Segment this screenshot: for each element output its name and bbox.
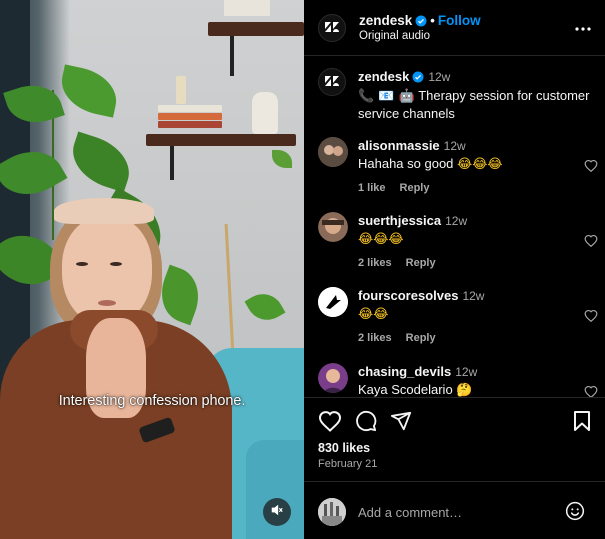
comment-username[interactable]: chasing_devils — [358, 364, 451, 379]
mute-button[interactable] — [263, 498, 291, 526]
caption-emojis: 📞 📧 🤖 — [358, 89, 415, 104]
speech-bubble-icon — [355, 410, 377, 436]
comment-emojis: 🤔 — [456, 383, 473, 397]
comment-likes-count[interactable]: 2 likes — [358, 332, 392, 344]
add-comment-input[interactable] — [358, 502, 548, 522]
heart-outline-icon — [584, 159, 598, 176]
verified-badge-icon — [412, 70, 424, 87]
more-horizontal-icon — [575, 18, 591, 35]
zendesk-logo-icon — [325, 19, 339, 37]
shelf-bracket — [170, 146, 174, 180]
like-button[interactable] — [318, 410, 342, 437]
comment-composer — [304, 482, 605, 539]
reply-button[interactable]: Reply — [406, 332, 436, 344]
comment-username[interactable]: suerthjessica — [358, 213, 441, 228]
plant-leaf — [272, 150, 292, 168]
comment-text: Kaya Scodelario — [358, 382, 453, 397]
caption-timestamp[interactable]: 12w — [428, 70, 450, 84]
heart-outline-icon — [584, 385, 598, 397]
smiley-face-icon — [565, 501, 585, 525]
comment-likes-count[interactable]: 1 like — [358, 182, 386, 194]
person-eye — [110, 262, 122, 266]
post-date[interactable]: February 21 — [318, 458, 377, 470]
zendesk-logo-icon — [325, 73, 339, 91]
comment-like-button[interactable] — [584, 159, 598, 177]
wall-shelf-middle — [146, 134, 296, 146]
commenter-avatar[interactable] — [318, 137, 348, 167]
heart-outline-icon — [318, 411, 342, 436]
more-options-button[interactable] — [575, 18, 591, 36]
post-header: zendesk • Follow Original audio — [304, 0, 605, 56]
heart-outline-icon — [584, 234, 598, 251]
reply-button[interactable]: Reply — [406, 257, 436, 269]
video-subtitle: Interesting confession phone. — [58, 393, 246, 409]
comment-timestamp[interactable]: 12w — [462, 289, 484, 303]
verified-badge-icon — [415, 15, 427, 30]
commenter-avatar[interactable] — [318, 287, 348, 317]
header-line: zendesk • Follow — [359, 13, 481, 30]
comment-emojis: 😂😂😂 — [358, 232, 404, 247]
comment-like-button[interactable] — [584, 385, 598, 397]
original-audio-link[interactable]: Original audio — [359, 30, 430, 42]
header-username[interactable]: zendesk — [359, 13, 412, 28]
caption-username[interactable]: zendesk — [358, 69, 409, 84]
headband — [54, 198, 154, 224]
shelf-bracket — [230, 36, 234, 76]
current-user-avatar — [318, 498, 346, 526]
speaker-muted-icon — [270, 503, 284, 522]
ceramic-pot — [224, 0, 270, 16]
candle — [176, 76, 186, 104]
comment-button[interactable] — [355, 410, 377, 437]
comment-text: Hahaha so good — [358, 156, 454, 171]
commenter-avatar[interactable] — [318, 212, 348, 242]
zendesk-avatar[interactable] — [318, 14, 346, 42]
comment-timestamp[interactable]: 12w — [455, 365, 477, 379]
comments-list[interactable]: zendesk 12w 📞 📧 🤖 Therapy session for cus… — [304, 57, 605, 397]
follow-button[interactable]: Follow — [438, 13, 481, 28]
separator-dot: • — [430, 13, 435, 28]
person-eye — [76, 262, 88, 266]
comment-emojis: 😂😂😂 — [457, 157, 503, 172]
post-panel: zendesk • Follow Original audio zendesk 12w… — [304, 0, 605, 539]
bookmark-icon — [573, 411, 591, 436]
emoji-picker-button[interactable] — [565, 501, 585, 526]
comment-username[interactable]: alisonmassie — [358, 138, 440, 153]
save-button[interactable] — [573, 410, 591, 437]
vase — [252, 92, 278, 134]
reply-button[interactable]: Reply — [400, 182, 430, 194]
heart-outline-icon — [584, 309, 598, 326]
person-mouth — [98, 300, 116, 306]
paper-plane-icon — [390, 411, 412, 436]
comment-timestamp[interactable]: 12w — [444, 139, 466, 153]
wall-shelf-top — [208, 22, 304, 36]
plant-leaf — [244, 286, 286, 328]
plant-leaf — [64, 131, 138, 193]
bamboo-stake — [224, 224, 235, 354]
caption-text: 📞 📧 🤖 Therapy session for customer servi… — [358, 87, 594, 122]
video-player[interactable]: Interesting confession phone. — [0, 0, 304, 539]
comment-like-button[interactable] — [584, 234, 598, 252]
likes-count[interactable]: 830 likes — [318, 441, 370, 455]
zendesk-avatar[interactable] — [318, 68, 346, 96]
comment-username[interactable]: fourscoresolves — [358, 288, 458, 303]
post-actions: 830 likes February 21 — [304, 397, 605, 482]
comment-like-button[interactable] — [584, 309, 598, 327]
comment-emojis: 😂😂 — [358, 307, 389, 322]
book-stack — [158, 104, 222, 134]
comment-timestamp[interactable]: 12w — [445, 214, 467, 228]
comment-likes-count[interactable]: 2 likes — [358, 257, 392, 269]
commenter-avatar[interactable] — [318, 363, 348, 393]
share-button[interactable] — [390, 410, 412, 437]
